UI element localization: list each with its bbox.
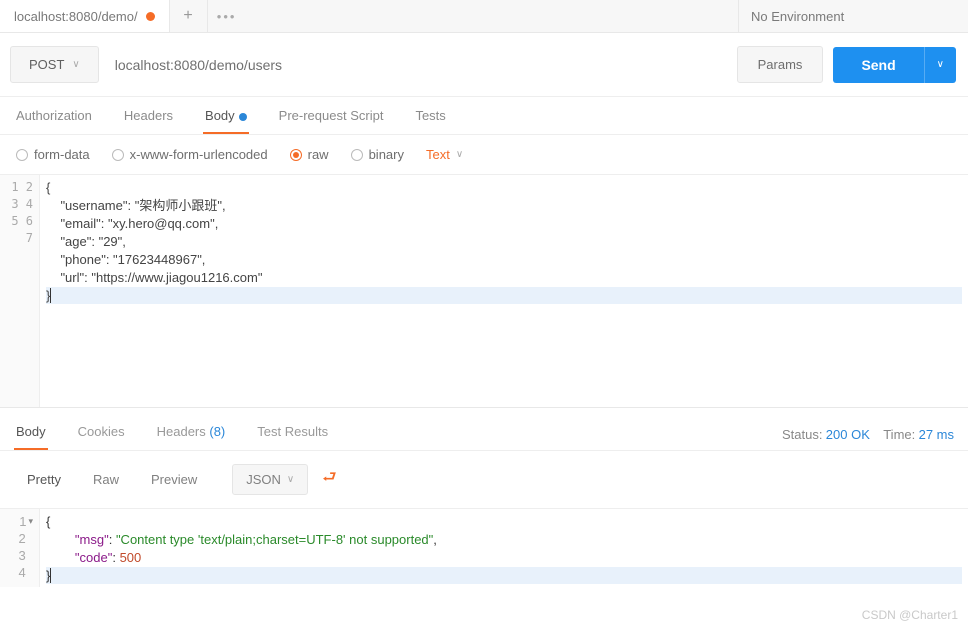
fold-icon[interactable]: ▾ — [28, 513, 33, 530]
send-dropdown-button[interactable]: ∨ — [924, 47, 956, 83]
line-gutter: 1 ▾ 2 3 4 — [0, 509, 40, 587]
request-tabs: Authorization Headers Body Pre-request S… — [0, 97, 968, 135]
radio-formdata[interactable]: form-data — [16, 147, 90, 162]
http-method-select[interactable]: POST ∨ — [10, 46, 99, 83]
response-meta: Status: 200 OK Time: 27 ms — [782, 427, 954, 442]
tab-body[interactable]: Body — [203, 97, 249, 134]
send-button[interactable]: Send — [833, 47, 923, 83]
view-pretty[interactable]: Pretty — [14, 465, 74, 494]
response-format-select[interactable]: JSON∨ — [232, 464, 308, 495]
radio-urlencoded[interactable]: x-www-form-urlencoded — [112, 147, 268, 162]
radio-icon — [112, 149, 124, 161]
tab-headers[interactable]: Headers — [122, 97, 175, 134]
body-type-row: form-data x-www-form-urlencoded raw bina… — [0, 135, 968, 175]
radio-icon — [351, 149, 363, 161]
time-value: 27 ms — [919, 427, 954, 442]
request-row: POST ∨ Params Send ∨ — [0, 33, 968, 97]
params-button[interactable]: Params — [737, 46, 824, 83]
watermark: CSDN @Charter1 — [862, 608, 958, 622]
env-label: No Environment — [751, 9, 844, 24]
headers-count: (8) — [209, 424, 225, 439]
resp-tab-cookies[interactable]: Cookies — [76, 418, 127, 450]
view-raw[interactable]: Raw — [80, 465, 132, 494]
status-value: 200 OK — [826, 427, 870, 442]
view-preview[interactable]: Preview — [138, 465, 210, 494]
line-gutter: 1 2 3 4 5 6 7 — [0, 175, 40, 407]
request-tab[interactable]: localhost:8080/demo/ — [0, 0, 170, 32]
url-input[interactable] — [109, 47, 727, 83]
unsaved-dot-icon — [146, 12, 155, 21]
response-body-viewer[interactable]: 1 ▾ 2 3 4 { "msg": "Content type 'text/p… — [0, 509, 968, 587]
tab-authorization[interactable]: Authorization — [14, 97, 94, 134]
wrap-lines-icon[interactable]: ⮐ — [314, 461, 344, 498]
body-indicator-icon — [239, 113, 247, 121]
code-area[interactable]: { "username": "架构师小跟班", "email": "xy.her… — [40, 175, 968, 407]
tab-title: localhost:8080/demo/ — [14, 9, 138, 24]
radio-raw[interactable]: raw — [290, 147, 329, 162]
code-area: { "msg": "Content type 'text/plain;chars… — [40, 509, 968, 587]
chevron-down-icon: ∨ — [456, 149, 463, 160]
tab-bar: localhost:8080/demo/ + ••• No Environmen… — [0, 0, 968, 33]
radio-icon — [16, 149, 28, 161]
resp-tab-body[interactable]: Body — [14, 418, 48, 450]
raw-format-select[interactable]: Text∨ — [426, 147, 463, 162]
radio-icon — [290, 149, 302, 161]
tab-overflow-button[interactable]: ••• — [208, 0, 246, 32]
response-toolbar: Pretty Raw Preview JSON∨ ⮐ — [0, 451, 968, 509]
radio-binary[interactable]: binary — [351, 147, 404, 162]
request-body-editor[interactable]: 1 2 3 4 5 6 7 { "username": "架构师小跟班", "e… — [0, 175, 968, 408]
new-tab-button[interactable]: + — [170, 0, 208, 32]
chevron-down-icon: ∨ — [72, 59, 79, 70]
response-tabs: Body Cookies Headers (8) Test Results St… — [0, 408, 968, 451]
resp-tab-tests[interactable]: Test Results — [255, 418, 330, 450]
environment-select[interactable]: No Environment — [738, 0, 968, 32]
chevron-down-icon: ∨ — [287, 474, 294, 485]
send-button-group: Send ∨ — [833, 47, 956, 83]
tab-tests[interactable]: Tests — [413, 97, 447, 134]
tab-prerequest[interactable]: Pre-request Script — [277, 97, 386, 134]
resp-tab-headers[interactable]: Headers (8) — [155, 418, 228, 450]
method-label: POST — [29, 57, 64, 72]
